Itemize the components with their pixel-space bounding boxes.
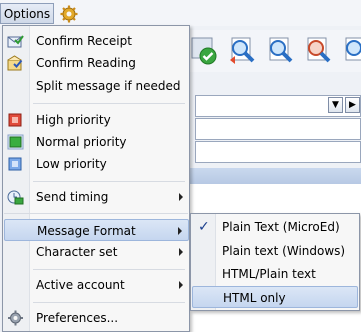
submenu-item-plain-text-windows[interactable]: Plain text (Windows) xyxy=(192,240,358,262)
menu-separator xyxy=(33,302,185,303)
search-forward-icon[interactable] xyxy=(302,34,334,66)
submenu-arrow-icon xyxy=(179,193,183,201)
low-priority-icon xyxy=(8,157,22,171)
check-icon[interactable] xyxy=(188,34,220,66)
high-priority-icon xyxy=(8,113,22,127)
search-back-icon[interactable] xyxy=(226,34,258,66)
menu-item-normal-priority[interactable]: Normal priority xyxy=(4,131,189,153)
menu-item-message-format[interactable]: Message Format xyxy=(4,219,189,241)
submenu-item-plain-text-microed[interactable]: ✓ Plain Text (MicroEd) xyxy=(192,216,358,238)
menu-item-high-priority[interactable]: High priority xyxy=(4,109,189,131)
normal-priority-icon xyxy=(7,134,24,150)
subject-field[interactable] xyxy=(195,141,361,163)
message-format-submenu: ✓ Plain Text (MicroEd) Plain text (Windo… xyxy=(190,213,360,311)
options-menu: Confirm Receipt Confirm Reading Split me… xyxy=(2,25,190,332)
confirm-reading-icon xyxy=(7,55,23,71)
address-scroll-buttons: ▼ ▶ xyxy=(328,97,361,115)
submenu-arrow-icon xyxy=(179,281,183,289)
checkmark-icon: ✓ xyxy=(198,219,210,235)
submenu-arrow-icon xyxy=(178,227,182,235)
submenu-item-html-only[interactable]: HTML only xyxy=(192,286,358,308)
menu-item-active-account[interactable]: Active account xyxy=(4,274,189,296)
toolbar xyxy=(180,30,361,72)
chevron-right-icon[interactable]: ▶ xyxy=(345,97,360,113)
menu-item-low-priority[interactable]: Low priority xyxy=(4,153,189,175)
menu-separator xyxy=(33,181,185,182)
cc-field[interactable] xyxy=(195,118,361,140)
menu-item-send-timing[interactable]: Send timing xyxy=(4,186,189,208)
menu-item-confirm-receipt[interactable]: Confirm Receipt xyxy=(4,30,189,52)
search-next-icon[interactable] xyxy=(340,34,361,66)
menu-item-preferences[interactable]: Preferences... xyxy=(4,307,189,329)
gear-icon xyxy=(8,310,23,326)
menu-bar: Options xyxy=(0,0,361,26)
search-icon[interactable] xyxy=(264,34,296,66)
menu-item-split-message[interactable]: Split message if needed xyxy=(4,75,189,97)
send-timing-icon xyxy=(7,190,24,205)
menu-separator xyxy=(33,103,185,104)
submenu-arrow-icon xyxy=(179,248,183,256)
options-menu-button[interactable]: Options xyxy=(0,3,54,24)
menu-separator xyxy=(33,269,185,270)
submenu-item-html-plain-text[interactable]: HTML/Plain text xyxy=(192,263,358,285)
menu-separator xyxy=(4,213,188,214)
menu-item-character-set[interactable]: Character set xyxy=(4,241,189,263)
expand-down-icon[interactable]: ▼ xyxy=(328,97,343,113)
menu-item-confirm-reading[interactable]: Confirm Reading xyxy=(4,52,189,74)
options-label: Options xyxy=(3,6,51,21)
confirm-receipt-icon xyxy=(7,35,24,48)
editor-header xyxy=(180,168,361,184)
gear-icon[interactable] xyxy=(60,5,78,23)
